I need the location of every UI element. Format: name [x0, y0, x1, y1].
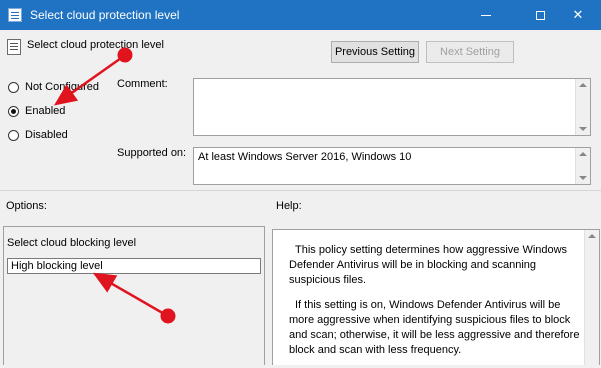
scroll-up-icon[interactable] [588, 234, 596, 238]
comment-label: Comment: [117, 78, 168, 90]
window-title: Select cloud protection level [30, 8, 180, 22]
radio-circle[interactable] [8, 81, 19, 93]
previous-setting-button[interactable]: Previous Setting [331, 41, 419, 63]
policy-setting-icon [7, 39, 21, 55]
radio-circle[interactable] [8, 105, 19, 117]
radio-not-configured[interactable]: Not Configured [8, 81, 99, 93]
supported-on-field: At least Windows Server 2016, Windows 10 [193, 147, 591, 185]
radio-label: Not Configured [25, 81, 99, 93]
minimize-icon [481, 14, 491, 16]
dropdown-selected-value: High blocking level [11, 260, 103, 272]
options-label: Options: [6, 200, 47, 212]
policy-icon [8, 8, 22, 22]
close-icon: ✕ [572, 7, 584, 22]
scroll-up-icon[interactable] [579, 152, 587, 156]
scroll-up-icon[interactable] [579, 83, 587, 87]
options-pane: Select cloud blocking level High blockin… [3, 226, 265, 365]
scroll-down-icon[interactable] [579, 127, 587, 131]
comment-scrollbar[interactable] [575, 79, 590, 135]
help-scrollbar[interactable] [584, 230, 599, 365]
help-text: This policy setting determines how aggre… [289, 243, 585, 368]
title-bar: Select cloud protection level ✕ [0, 0, 601, 30]
help-label: Help: [276, 200, 302, 212]
radio-label: Enabled [25, 105, 66, 117]
radio-label: Disabled [25, 129, 68, 141]
radio-enabled[interactable]: Enabled [8, 105, 65, 117]
supported-scrollbar[interactable] [575, 148, 590, 184]
cloud-blocking-level-label: Select cloud blocking level [7, 237, 137, 249]
help-paragraph-2: If this setting is on, Windows Defender … [289, 299, 580, 356]
help-paragraph-1: This policy setting determines how aggre… [289, 244, 568, 286]
maximize-icon [535, 10, 545, 20]
minimize-button[interactable] [463, 0, 509, 30]
cloud-blocking-level-dropdown[interactable]: High blocking level [7, 258, 261, 274]
supported-on-value: At least Windows Server 2016, Windows 10 [198, 151, 412, 163]
radio-disabled[interactable]: Disabled [8, 129, 68, 141]
scroll-down-icon[interactable] [579, 176, 587, 180]
next-setting-button[interactable]: Next Setting [426, 41, 514, 63]
policy-name: Select cloud protection level [27, 39, 164, 51]
section-divider [0, 190, 601, 191]
supported-on-label: Supported on: [117, 147, 187, 159]
annotation-arrow-enabled [53, 54, 125, 106]
radio-circle[interactable] [8, 129, 19, 141]
close-button[interactable]: ✕ [555, 0, 601, 30]
comment-field[interactable] [193, 78, 591, 136]
help-pane: This policy setting determines how aggre… [272, 229, 600, 365]
